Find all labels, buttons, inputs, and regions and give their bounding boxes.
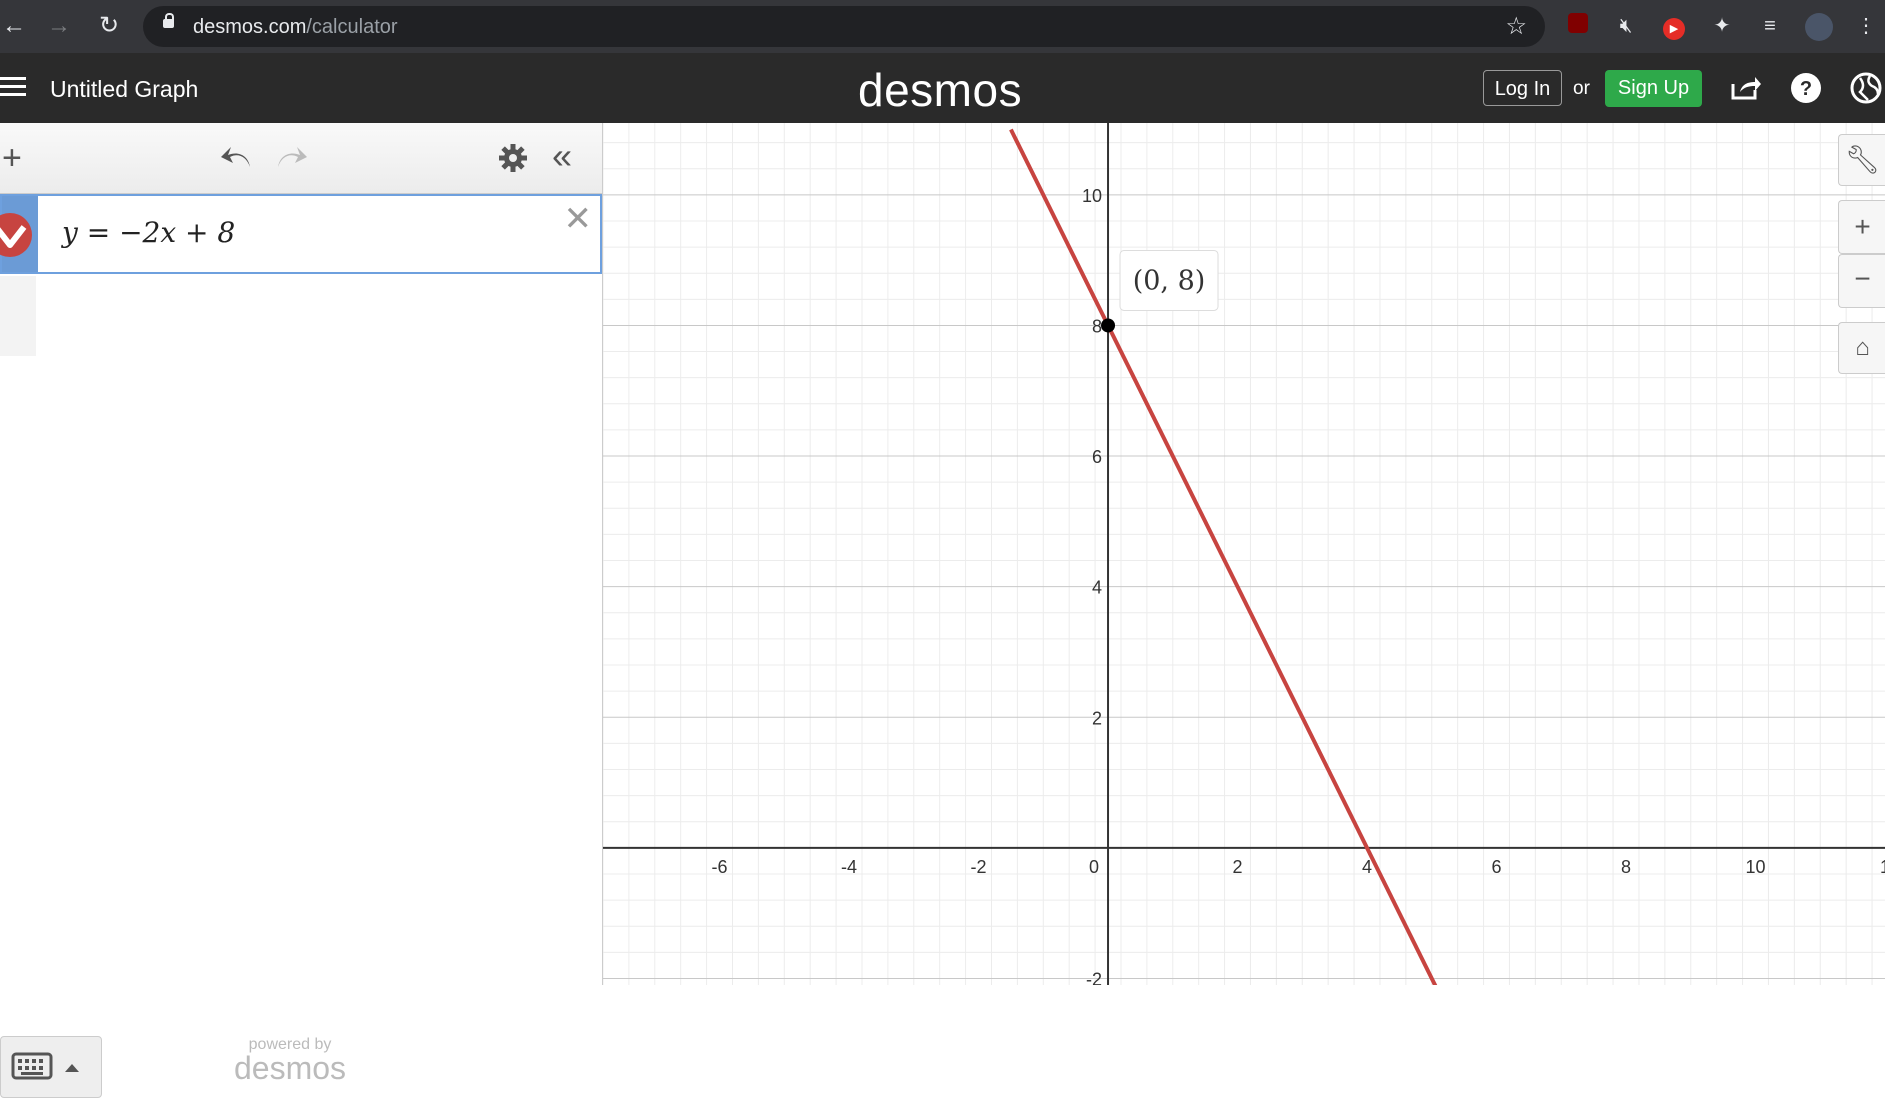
- graph-point: [1101, 318, 1116, 333]
- home-icon[interactable]: ⌂: [1838, 322, 1885, 374]
- y-tick-label: 6: [1092, 447, 1102, 467]
- x-tick-label: -6: [712, 857, 728, 877]
- x-tick-label: 4: [1362, 857, 1372, 877]
- powered-by-logo: desmos: [233, 1050, 347, 1086]
- youtube-icon[interactable]: ▶: [1661, 13, 1687, 40]
- or-label: or: [1573, 78, 1590, 99]
- expression-latex[interactable]: y = −2x + 8: [62, 216, 235, 249]
- lock-icon: [163, 13, 174, 28]
- x-tick-label: 1: [1880, 857, 1885, 877]
- graph-settings-wrench-icon[interactable]: 🔧︎: [1838, 134, 1885, 186]
- share-icon[interactable]: [1729, 72, 1761, 104]
- graph-background: [603, 123, 1885, 985]
- url-host: desmos.com: [193, 16, 307, 38]
- sign-up-button[interactable]: Sign Up: [1605, 70, 1702, 107]
- y-tick-label: -2: [1086, 969, 1102, 985]
- settings-gear-icon[interactable]: [498, 143, 528, 179]
- graph-title[interactable]: Untitled Graph: [50, 76, 198, 103]
- expression-panel: + « y = −2x + 8 ✕ powered by desmos: [0, 123, 603, 1098]
- point-tooltip-label: (0, 8): [1133, 265, 1206, 296]
- graph-color-icon[interactable]: [0, 213, 32, 257]
- graph-canvas[interactable]: -6 -4 -2 0 2 4 6 8 10 1 10 8 6 4 2 -2 (0, 8): [602, 123, 1885, 1006]
- expression-row[interactable]: y = −2x + 8 ✕: [0, 194, 602, 274]
- y-tick-label: 2: [1092, 708, 1102, 728]
- bookmark-star-icon[interactable]: ☆: [1505, 12, 1527, 41]
- back-arrow-icon[interactable]: ←: [0, 12, 28, 40]
- globe-icon[interactable]: [1850, 72, 1882, 104]
- undo-icon[interactable]: [220, 143, 254, 177]
- x-tick-label: -4: [841, 857, 857, 877]
- playlist-icon[interactable]: ≡: [1757, 13, 1783, 39]
- puzzle-icon[interactable]: ✦: [1709, 13, 1735, 39]
- new-expression-row[interactable]: [0, 276, 36, 356]
- reload-icon[interactable]: ↻: [95, 12, 123, 40]
- address-bar[interactable]: desmos.com/calculator ☆: [143, 6, 1545, 47]
- x-tick-label: 10: [1745, 857, 1765, 877]
- profile-avatar[interactable]: [1805, 13, 1833, 41]
- delete-expression-icon[interactable]: ✕: [564, 202, 593, 236]
- zoom-in-icon[interactable]: +: [1838, 200, 1885, 254]
- y-tick-label: 10: [1082, 186, 1102, 206]
- x-tick-label: 2: [1233, 857, 1243, 877]
- add-item-icon[interactable]: +: [2, 141, 22, 175]
- svg-text:?: ?: [1800, 78, 1812, 100]
- collapse-panel-icon[interactable]: «: [552, 138, 572, 174]
- log-in-button[interactable]: Log In: [1483, 70, 1562, 106]
- menu-icon[interactable]: [0, 77, 26, 97]
- x-tick-label: 0: [1089, 857, 1099, 877]
- graph-paper[interactable]: -6 -4 -2 0 2 4 6 8 10 1 10 8 6 4 2 -2 (0, 8): [602, 123, 1885, 1006]
- x-tick-label: 6: [1492, 857, 1502, 877]
- ublock-icon[interactable]: [1565, 13, 1591, 39]
- keyboard-icon: [11, 1052, 79, 1080]
- url-path: /calculator: [306, 16, 398, 38]
- redo-icon[interactable]: [274, 143, 308, 177]
- mute-icon[interactable]: 🔇︎: [1613, 13, 1639, 39]
- desmos-logo: desmos: [858, 64, 1023, 116]
- forward-arrow-icon[interactable]: →: [45, 12, 73, 40]
- browser-menu-icon[interactable]: ⋮: [1853, 13, 1879, 39]
- powered-by-desmos[interactable]: powered by desmos: [230, 1036, 350, 1086]
- powered-by-label: powered by: [248, 1036, 332, 1053]
- app-header: Untitled Graph desmos Log In or Sign Up …: [0, 53, 1885, 123]
- help-icon[interactable]: ?: [1790, 72, 1822, 104]
- x-tick-label: 8: [1621, 857, 1631, 877]
- expression-toolbar: + «: [0, 123, 602, 194]
- browser-toolbar: ← → ↻ desmos.com/calculator ☆ 🔇︎ ▶ ✦ ≡ ⋮: [0, 0, 1885, 53]
- keypad-toggle[interactable]: [0, 1036, 102, 1098]
- expression-tab[interactable]: [0, 196, 38, 272]
- y-tick-label: 8: [1092, 316, 1102, 336]
- zoom-out-icon[interactable]: −: [1838, 254, 1885, 308]
- x-tick-label: -2: [971, 857, 987, 877]
- url-text: desmos.com/calculator: [193, 16, 398, 39]
- y-tick-label: 4: [1092, 578, 1102, 598]
